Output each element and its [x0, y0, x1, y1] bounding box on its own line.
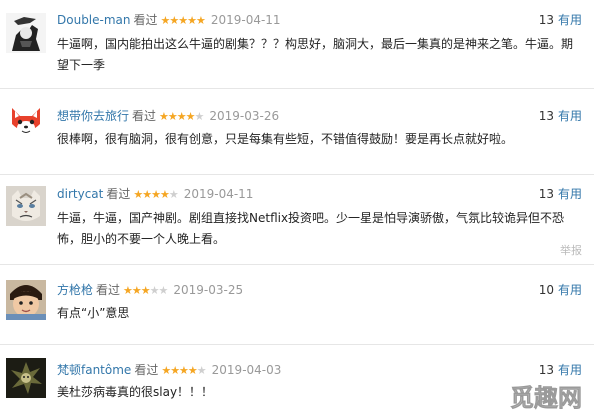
avatar[interactable] — [6, 358, 46, 398]
review-date: 2019-03-26 — [209, 109, 280, 123]
rating-stars: ★★★★★ — [160, 14, 206, 27]
vote-count: 13 — [538, 187, 554, 201]
rating-stars: ★★★★★ — [159, 110, 204, 123]
avatar[interactable] — [6, 102, 46, 142]
review-item: 想带你去旅行 看过 ★★★★★ 2019-03-26 13 有用 很棒啊，很有脑洞，很有… — [0, 88, 594, 175]
review-date: 2019-03-25 — [173, 283, 244, 297]
author-link[interactable]: 梵顿fantôme — [57, 363, 131, 377]
rating-stars: ★★★★★ — [133, 188, 178, 201]
review-item: Double-man 看过 ★★★★★ 2019-04-11 13 有用 牛逼啊，国内能… — [0, 0, 594, 89]
child-photo-avatar-icon — [6, 280, 46, 320]
grumpy-cat-avatar-icon — [6, 186, 46, 226]
author-link[interactable]: Double-man — [57, 13, 131, 27]
review-date: 2019-04-11 — [183, 187, 254, 201]
avatar[interactable] — [6, 13, 46, 53]
review-content: 很棒啊，很有脑洞，很有创意，只是每集有些短，不错值得鼓励！要是再长点就好啦。 — [57, 132, 514, 146]
review-date: 2019-04-11 — [210, 13, 281, 27]
review-content: 美杜莎病毒真的很slay！！！ — [57, 385, 214, 399]
watched-label: 看过 — [134, 363, 159, 377]
vote-count: 13 — [538, 363, 554, 377]
author-link[interactable]: 想带你去旅行 — [57, 109, 129, 123]
rating-stars: ★★★★★ — [161, 364, 206, 377]
useful-button[interactable]: 有用 — [558, 283, 582, 297]
useful-button[interactable]: 有用 — [558, 109, 582, 123]
svg-text:觅趣网: 觅趣网 — [510, 384, 582, 412]
avatar[interactable] — [6, 186, 46, 226]
review-content: 牛逼，牛逼，国产神剧。剧组直接找Netflix投资吧。少一星是怕导演骄傲，气氛比… — [57, 211, 565, 246]
watched-label: 看过 — [106, 187, 131, 201]
vote-count: 13 — [538, 13, 554, 27]
watched-label: 看过 — [133, 13, 158, 27]
review-date: 2019-04-03 — [211, 363, 282, 377]
vote-count: 13 — [538, 109, 554, 123]
review-content: 有点“小”意思 — [57, 306, 130, 320]
review-item: dirtycat 看过 ★★★★★ 2019-04-11 13 有用 牛逼，牛逼，国产神… — [0, 174, 594, 265]
vote-count: 10 — [538, 283, 554, 297]
rating-stars: ★★★★★ — [123, 284, 168, 297]
author-link[interactable]: dirtycat — [57, 187, 103, 201]
review-item: 方枪枪 看过 ★★★★★ 2019-03-25 10 有用 有点“小”意思 — [0, 264, 594, 345]
useful-button[interactable]: 有用 — [558, 187, 582, 201]
report-link[interactable]: 举报 — [560, 244, 582, 258]
site-watermark-logo: 觅趣网 — [502, 379, 590, 415]
useful-button[interactable]: 有用 — [558, 363, 582, 377]
avatar[interactable] — [6, 280, 46, 320]
dark-creature-avatar-icon — [6, 358, 46, 398]
illustrated-person-avatar-icon — [6, 13, 46, 53]
watched-label: 看过 — [132, 109, 157, 123]
useful-button[interactable]: 有用 — [558, 13, 582, 27]
author-link[interactable]: 方枪枪 — [57, 283, 93, 297]
watched-label: 看过 — [96, 283, 121, 297]
red-fox-cartoon-avatar-icon — [6, 102, 46, 142]
review-content: 牛逼啊，国内能拍出这么牛逼的剧集？？？构思好，脑洞大，最后一集真的是神来之笔。牛… — [57, 37, 574, 72]
